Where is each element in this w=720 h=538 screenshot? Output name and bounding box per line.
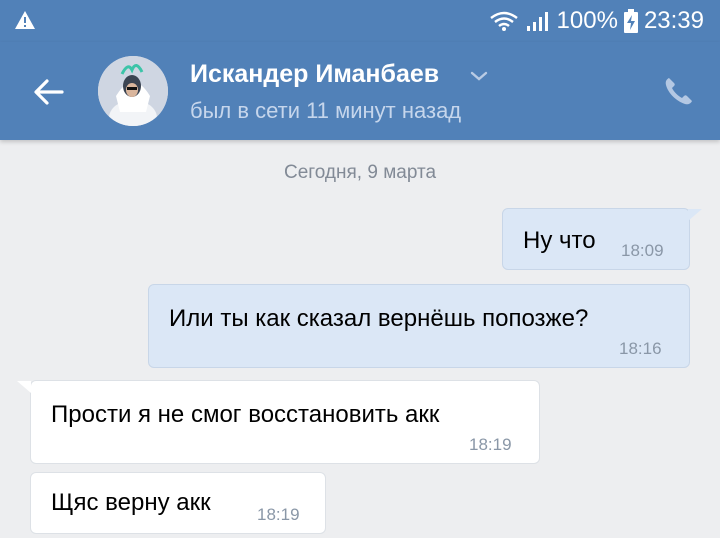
warning-icon: [15, 11, 35, 29]
last-seen-status: был в сети 11 минут назад: [190, 98, 462, 123]
message-time: 18:16: [619, 339, 662, 358]
contact-name[interactable]: Искандер Иманбаев: [190, 60, 439, 89]
message-text: Ну что: [523, 227, 596, 254]
status-bar: 100% 23:39: [0, 0, 720, 42]
back-button[interactable]: [26, 70, 72, 114]
message-time: 18:09: [621, 241, 664, 260]
phone-icon[interactable]: [660, 72, 698, 110]
battery-charging-icon: [623, 9, 638, 33]
message-text: Щяс верну акк: [51, 489, 211, 516]
message-text: Или ты как сказал вернёшь попозже?: [169, 305, 589, 332]
message-text: Прости я не смог восстановить акк: [51, 401, 440, 428]
bubble-tail: [17, 381, 31, 393]
message-time: 18:19: [469, 435, 512, 454]
avatar[interactable]: [98, 56, 168, 126]
date-separator: Сегодня, 9 марта: [283, 162, 437, 183]
signal-icon: [526, 12, 548, 31]
status-indicators: 100% 23:39: [489, 7, 704, 35]
chevron-down-icon[interactable]: [468, 68, 490, 84]
clock: 23:39: [643, 7, 704, 34]
chat-header: Искандер Иманбаев был в сети 11 минут на…: [0, 42, 720, 140]
bubble-tail: [688, 209, 702, 221]
outgoing-message[interactable]: Ну что 18:09: [502, 208, 690, 270]
wifi-icon: [489, 11, 518, 31]
message-time: 18:19: [257, 505, 300, 524]
back-arrow-icon: [34, 79, 64, 105]
incoming-message[interactable]: Щяс верну акк 18:19: [30, 472, 326, 534]
outgoing-message[interactable]: Или ты как сказал вернёшь попозже? 18:16: [148, 284, 690, 368]
avatar-image: [98, 56, 168, 126]
battery-percent: 100%: [556, 7, 618, 34]
incoming-message[interactable]: Прости я не смог восстановить акк 18:19: [30, 380, 540, 464]
